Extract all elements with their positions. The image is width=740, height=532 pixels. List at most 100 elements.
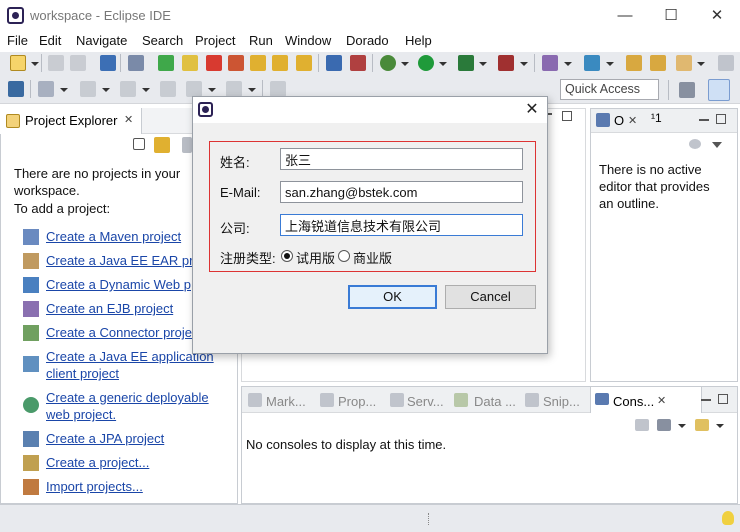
link-create-project[interactable]: Create a project... xyxy=(46,455,149,470)
close-icon[interactable]: ✕ xyxy=(628,114,637,127)
menu-edit[interactable]: Edit xyxy=(39,33,61,48)
search-icon[interactable] xyxy=(676,55,692,71)
save-icon[interactable] xyxy=(48,55,64,71)
link-with-editor-icon[interactable] xyxy=(154,137,170,153)
menu-window[interactable]: Window xyxy=(285,33,331,48)
resume-icon[interactable] xyxy=(158,55,174,71)
chevron-down-icon[interactable] xyxy=(439,62,447,66)
link-create-app-client-project-cont[interactable]: client project xyxy=(46,366,119,381)
print-icon[interactable] xyxy=(100,55,116,71)
step-over-icon[interactable] xyxy=(272,55,288,71)
close-icon[interactable]: ✕ xyxy=(124,113,133,126)
menu-help[interactable]: Help xyxy=(405,33,432,48)
open-console-icon[interactable] xyxy=(635,419,649,431)
menu-run[interactable]: Run xyxy=(249,33,273,48)
view-menu-icon[interactable] xyxy=(182,137,192,153)
tab-outline[interactable]: O xyxy=(614,113,624,128)
previous-annotation-icon[interactable] xyxy=(120,81,136,97)
chevron-down-icon[interactable] xyxy=(248,88,256,92)
menu-file[interactable]: File xyxy=(7,33,28,48)
maximize-button[interactable]: ☐ xyxy=(648,2,694,30)
chevron-down-icon[interactable] xyxy=(401,62,409,66)
link-create-dynamic-web-project[interactable]: Create a Dynamic Web p xyxy=(46,277,191,292)
menu-search[interactable]: Search xyxy=(142,33,183,48)
link-create-generic-web-project[interactable]: Create a generic deployable xyxy=(46,390,209,405)
link-create-ear-project[interactable]: Create a Java EE EAR pro xyxy=(46,253,201,268)
tab-project-explorer[interactable]: Project Explorer ✕ xyxy=(0,108,142,134)
commercial-radio[interactable] xyxy=(338,250,350,262)
tab-properties[interactable]: Prop... xyxy=(338,394,376,409)
dialog-close-button[interactable]: ✕ xyxy=(521,99,543,121)
new-icon[interactable] xyxy=(10,55,26,71)
trial-radio-label[interactable]: 试用版 xyxy=(296,248,335,267)
step-return-icon[interactable] xyxy=(296,55,312,71)
use-step-filters-icon[interactable] xyxy=(326,55,342,71)
debug-icon[interactable] xyxy=(380,55,396,71)
open-type-icon[interactable] xyxy=(626,55,642,71)
last-edit-icon[interactable] xyxy=(160,81,176,97)
debug-perspective-icon[interactable] xyxy=(8,81,24,97)
chevron-down-icon[interactable] xyxy=(520,62,528,66)
toggle-block-icon[interactable] xyxy=(38,81,54,97)
name-field[interactable] xyxy=(280,148,523,170)
link-import-projects[interactable]: Import projects... xyxy=(46,479,143,494)
tab-servers[interactable]: Serv... xyxy=(407,394,444,409)
annotation-nav-icon[interactable] xyxy=(718,55,734,71)
maximize-icon[interactable] xyxy=(718,394,728,404)
link-create-ejb-project[interactable]: Create an EJB project xyxy=(46,301,173,316)
tab-console[interactable]: Cons... ✕ xyxy=(590,387,702,413)
chevron-down-icon[interactable] xyxy=(102,88,110,92)
coverage-icon[interactable] xyxy=(458,55,474,71)
maximize-icon[interactable] xyxy=(562,111,572,121)
chevron-down-icon[interactable] xyxy=(712,142,722,148)
disconnect-icon[interactable] xyxy=(228,55,244,71)
chevron-down-icon[interactable] xyxy=(479,62,487,66)
collapse-all-icon[interactable] xyxy=(133,138,145,150)
back-arrow-icon[interactable] xyxy=(186,81,202,97)
chevron-down-icon[interactable] xyxy=(716,424,724,428)
link-create-jpa-project[interactable]: Create a JPA project xyxy=(46,431,164,446)
next-annotation-icon[interactable] xyxy=(80,81,96,97)
display-console-icon[interactable] xyxy=(657,419,671,431)
step-into-icon[interactable] xyxy=(250,55,266,71)
new-java-class-icon[interactable] xyxy=(584,55,600,71)
minimize-button[interactable]: — xyxy=(602,2,648,30)
hide-fields-icon[interactable] xyxy=(689,139,701,149)
ok-button[interactable]: OK xyxy=(348,285,437,309)
link-create-app-client-project[interactable]: Create a Java EE application xyxy=(46,349,214,364)
email-field[interactable] xyxy=(280,181,523,203)
minimize-icon[interactable] xyxy=(701,399,711,401)
tab-data-source[interactable]: Data ... xyxy=(474,394,516,409)
chevron-down-icon[interactable] xyxy=(142,88,150,92)
terminate-icon[interactable] xyxy=(206,55,222,71)
pin-editor-icon[interactable] xyxy=(270,81,286,97)
skip-breakpoints-icon[interactable] xyxy=(128,55,144,71)
external-tools-icon[interactable] xyxy=(498,55,514,71)
suspend-icon[interactable] xyxy=(182,55,198,71)
javaee-perspective-icon[interactable] xyxy=(708,79,730,101)
chevron-down-icon[interactable] xyxy=(606,62,614,66)
chevron-down-icon[interactable] xyxy=(208,88,216,92)
menu-project[interactable]: Project xyxy=(195,33,235,48)
chevron-down-icon[interactable] xyxy=(678,424,686,428)
commercial-radio-label[interactable]: 商业版 xyxy=(353,248,392,267)
close-icon[interactable]: ✕ xyxy=(657,394,666,407)
chevron-down-icon[interactable] xyxy=(31,62,39,66)
open-folder-icon[interactable] xyxy=(650,55,666,71)
trial-radio[interactable] xyxy=(281,250,293,262)
forward-arrow-icon[interactable] xyxy=(226,81,242,97)
new-server-icon[interactable] xyxy=(542,55,558,71)
menu-navigate[interactable]: Navigate xyxy=(76,33,127,48)
quick-access-field[interactable]: Quick Access xyxy=(560,79,659,100)
chevron-down-icon[interactable] xyxy=(697,62,705,66)
drop-to-frame-icon[interactable] xyxy=(350,55,366,71)
chevron-down-icon[interactable] xyxy=(564,62,572,66)
link-create-maven-project[interactable]: Create a Maven project xyxy=(46,229,181,244)
cancel-button[interactable]: Cancel xyxy=(445,285,536,309)
save-all-icon[interactable] xyxy=(70,55,86,71)
menu-dorado[interactable]: Dorado xyxy=(346,33,389,48)
overflow-tabs[interactable]: ¹1 xyxy=(651,111,662,125)
link-create-connector-project[interactable]: Create a Connector proje xyxy=(46,325,192,340)
tab-markers[interactable]: Mark... xyxy=(266,394,306,409)
company-field[interactable] xyxy=(280,214,523,236)
